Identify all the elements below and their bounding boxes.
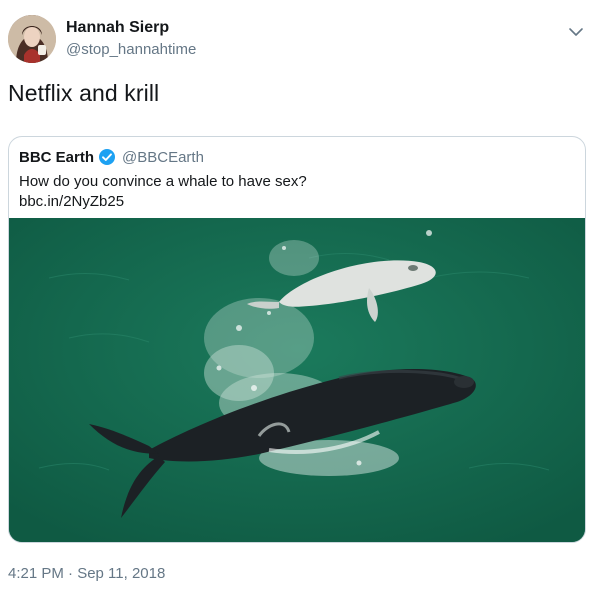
quoted-tweet-header: BBC Earth @BBCEarth — [19, 148, 204, 166]
quoted-tweet-link[interactable]: bbc.in/2NyZb25 — [19, 193, 124, 210]
verified-badge-icon — [98, 148, 116, 166]
author-avatar[interactable] — [8, 15, 56, 63]
quoted-tweet-text: How do you convince a whale to have sex? — [19, 173, 307, 190]
chevron-down-icon[interactable] — [566, 22, 586, 42]
quoted-display-name[interactable]: BBC Earth — [19, 149, 94, 166]
quoted-tweet-card[interactable]: BBC Earth @BBCEarth How do you convince … — [8, 136, 586, 543]
quoted-username[interactable]: @BBCEarth — [122, 149, 204, 166]
quoted-tweet-image[interactable] — [9, 218, 585, 542]
tweet-timestamp[interactable]: 4:21 PM · Sep 11, 2018 — [8, 565, 165, 582]
user-avatar-image — [8, 15, 56, 63]
tweet-text: Netflix and krill — [8, 80, 160, 106]
whale-photo — [9, 218, 585, 542]
author-display-name[interactable]: Hannah Sierp — [66, 19, 169, 37]
author-username[interactable]: @stop_hannahtime — [66, 41, 196, 58]
